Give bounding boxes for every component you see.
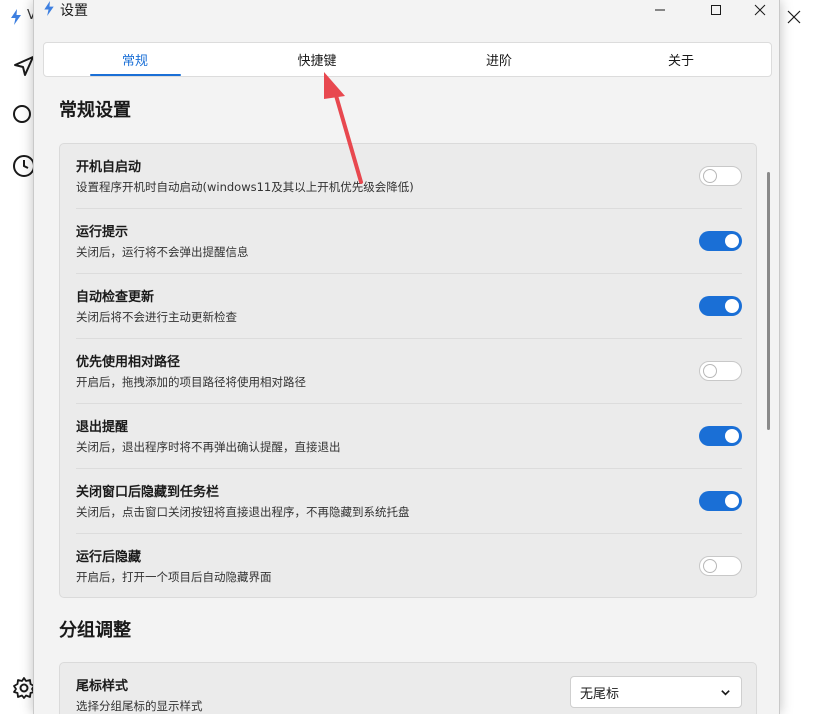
setting-name: 运行提示	[76, 225, 129, 240]
setting-row-tail-style: 尾标样式 选择分组尾标的显示样式 无尾标	[76, 663, 742, 714]
minimize-button[interactable]	[637, 0, 683, 20]
setting-row-run-tip: 运行提示 关闭后，运行将不会弹出提醒信息	[76, 209, 742, 274]
maximize-button[interactable]	[693, 0, 739, 20]
autostart-toggle[interactable]	[699, 166, 742, 186]
setting-row-hide-after-run: 运行后隐藏 开启后，打开一个项目后自动隐藏界面	[76, 534, 742, 599]
toggle-knob	[703, 364, 717, 378]
close-icon	[754, 4, 766, 16]
app-bolt-icon	[11, 9, 21, 25]
hide-to-tray-toggle[interactable]	[699, 491, 742, 511]
setting-desc: 选择分组尾标的显示样式	[76, 699, 203, 713]
setting-desc: 关闭后将不会进行主动更新检查	[76, 310, 237, 324]
setting-name: 关闭窗口后隐藏到任务栏	[76, 485, 220, 500]
exit-reminder-toggle[interactable]	[699, 426, 742, 446]
setting-name: 退出提醒	[76, 420, 129, 435]
setting-desc: 关闭后，运行将不会弹出提醒信息	[76, 245, 249, 259]
setting-desc: 开启后，拖拽添加的项目路径将使用相对路径	[76, 375, 306, 389]
group-settings-card: 尾标样式 选择分组尾标的显示样式 无尾标	[59, 662, 757, 714]
setting-desc: 设置程序开机时自动启动(windows11及其以上开机优先级会降低)	[76, 180, 414, 194]
setting-name: 运行后隐藏	[76, 550, 142, 565]
setting-name: 优先使用相对路径	[76, 355, 181, 370]
toggle-knob	[725, 234, 739, 248]
hide-after-run-toggle[interactable]	[699, 556, 742, 576]
setting-row-autostart: 开机自启动 设置程序开机时自动启动(windows11及其以上开机优先级会降低)	[76, 144, 742, 209]
content-scrollbar[interactable]	[767, 172, 770, 430]
close-icon[interactable]	[786, 9, 802, 25]
setting-desc: 关闭后，退出程序时将不再弹出确认提醒，直接退出	[76, 440, 341, 454]
toggle-knob	[725, 429, 739, 443]
setting-name: 尾标样式	[76, 679, 129, 694]
auto-update-toggle[interactable]	[699, 296, 742, 316]
tail-style-select[interactable]: 无尾标	[570, 676, 742, 708]
settings-dialog: 设置 常规 快捷键 进阶 关于 常规设置 开机自启动 设置程序开机时自动启动(w…	[33, 0, 780, 714]
setting-name: 开机自启动	[76, 160, 142, 175]
toggle-knob	[725, 494, 739, 508]
settings-tab-bar: 常规 快捷键 进阶 关于	[43, 42, 772, 77]
run-tip-toggle[interactable]	[699, 231, 742, 251]
app-bolt-icon	[44, 1, 54, 16]
active-tab-indicator	[90, 74, 181, 76]
tab-about[interactable]: 关于	[590, 43, 772, 76]
chevron-down-icon	[721, 690, 730, 696]
tab-advanced[interactable]: 进阶	[408, 43, 590, 76]
setting-row-hide-to-tray: 关闭窗口后隐藏到任务栏 关闭后，点击窗口关闭按钮将直接退出程序，不再隐藏到系统托…	[76, 469, 742, 534]
relative-path-toggle[interactable]	[699, 361, 742, 381]
setting-name: 自动检查更新	[76, 290, 155, 305]
main-window-right-edge	[780, 0, 813, 714]
minimize-icon	[655, 9, 665, 11]
toggle-knob	[703, 559, 717, 573]
dialog-title: 设置	[60, 3, 88, 19]
setting-row-relative-path: 优先使用相对路径 开启后，拖拽添加的项目路径将使用相对路径	[76, 339, 742, 404]
main-window-sidebar: V	[0, 0, 36, 714]
settings-content: 常规设置 开机自启动 设置程序开机时自动启动(windows11及其以上开机优先…	[34, 84, 779, 714]
tab-general[interactable]: 常规	[44, 43, 226, 76]
dialog-titlebar[interactable]: 设置	[34, 0, 779, 20]
setting-desc: 开启后，打开一个项目后自动隐藏界面	[76, 570, 272, 584]
section-title-general: 常规设置	[59, 100, 131, 121]
toggle-knob	[703, 169, 717, 183]
section-title-group: 分组调整	[59, 620, 131, 641]
general-settings-card: 开机自启动 设置程序开机时自动启动(windows11及其以上开机优先级会降低)…	[59, 143, 757, 598]
setting-row-auto-update: 自动检查更新 关闭后将不会进行主动更新检查	[76, 274, 742, 339]
close-button[interactable]	[737, 0, 779, 20]
maximize-icon	[711, 5, 721, 15]
select-value: 无尾标	[580, 686, 620, 702]
setting-desc: 关闭后，点击窗口关闭按钮将直接退出程序，不再隐藏到系统托盘	[76, 505, 410, 519]
tab-shortcuts[interactable]: 快捷键	[226, 43, 408, 76]
setting-row-exit-reminder: 退出提醒 关闭后，退出程序时将不再弹出确认提醒，直接退出	[76, 404, 742, 469]
toggle-knob	[725, 299, 739, 313]
